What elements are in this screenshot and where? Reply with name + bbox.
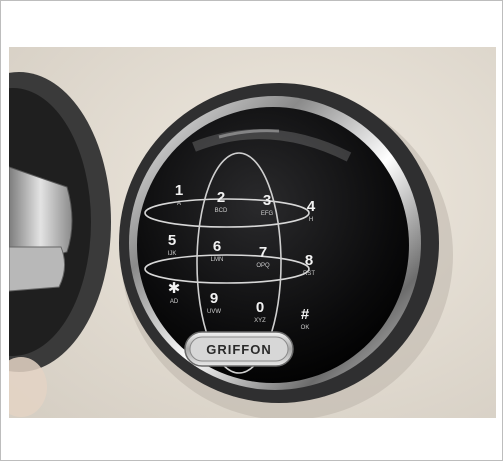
key-letters: RST [303,271,315,277]
key-number: 0 [256,299,264,316]
key-letters: UVW [207,309,221,315]
key-letters: OK [301,325,310,331]
key-letters: A [177,201,181,207]
image-frame: 1 A 2 BCD 3 EFG 4 H 5 IJK 6 LMN 7 OPQ 8 RST ✱ AD 9 UVW 0 XYZ #… [0,0,503,461]
key-letters: OPQ [256,263,270,269]
key-number: 4 [307,198,316,215]
key-letters: IJK [168,251,177,257]
keypad-lock-photo: 1 A 2 BCD 3 EFG 4 H 5 IJK 6 LMN 7 OPQ 8 RST ✱ AD 9 UVW 0 XYZ #… [9,47,496,418]
key-letters: H [309,217,313,223]
brand-name: GRIFFON [206,342,272,357]
key-number: 8 [305,252,313,269]
key-number: 1 [175,182,183,199]
key-number: # [301,306,310,323]
key-number: 7 [259,244,267,261]
key-12: # OK [301,306,310,331]
key-letters: BCD [215,208,228,214]
key-number: ✱ [168,280,181,297]
key-number: 2 [217,189,225,206]
key-number: 9 [210,290,218,307]
key-letters: XYZ [254,318,266,324]
brand-badge: GRIFFON [184,331,294,367]
key-number: 5 [168,232,176,249]
key-number: 3 [263,192,271,209]
key-5: 5 IJK [168,232,177,257]
key-letters: AD [170,299,179,305]
key-letters: LMN [211,257,224,263]
key-letters: EFG [261,211,274,217]
key-number: 6 [213,238,221,255]
